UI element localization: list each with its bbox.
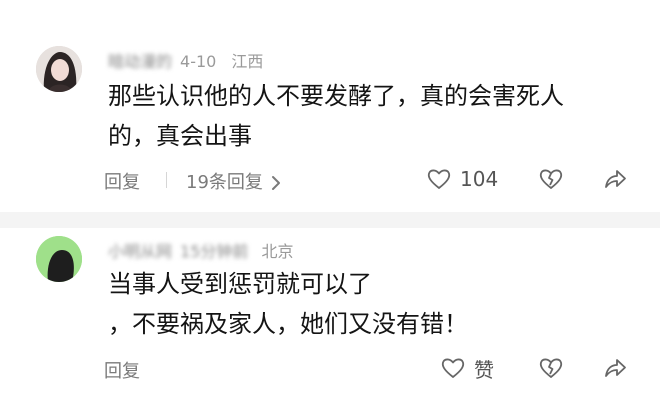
- dislike-button[interactable]: [538, 166, 564, 192]
- like-button[interactable]: 赞: [440, 353, 494, 383]
- broken-heart-icon: [538, 166, 564, 192]
- comment-text: 那些认识他的人不要发酵了，真的会害死人 的，真会出事: [108, 76, 648, 156]
- comment-meta: 小明从网 15分钟前 北京: [108, 238, 294, 262]
- comment-line: 当事人受到惩罚就可以了: [108, 270, 372, 298]
- chevron-right-icon: [271, 175, 281, 191]
- heart-outline-icon: [426, 166, 452, 192]
- like-count: 104: [460, 167, 499, 191]
- separator: [166, 172, 167, 188]
- comment-actions: 回复 19条回复 104: [0, 164, 660, 194]
- share-button[interactable]: [602, 355, 628, 381]
- location: 北京: [261, 242, 294, 261]
- username[interactable]: 小明从网: [108, 238, 172, 262]
- share-arrow-icon: [602, 166, 628, 192]
- avatar[interactable]: [36, 236, 82, 282]
- reply-button[interactable]: 回复: [104, 168, 140, 194]
- timestamp: 4-10: [180, 52, 217, 71]
- comment-line: ，不要祸及家人，她们又没有错！: [108, 310, 468, 338]
- comment-text: 当事人受到惩罚就可以了 ，不要祸及家人，她们又没有错！: [108, 264, 648, 344]
- like-button[interactable]: 104: [426, 164, 498, 194]
- broken-heart-icon: [538, 355, 564, 381]
- like-label: 赞: [474, 357, 494, 382]
- dislike-button[interactable]: [538, 355, 564, 381]
- location: 江西: [231, 52, 264, 71]
- comment-line: 那些认识他的人不要发酵了，真的会害死人: [108, 82, 564, 110]
- comment-meta: 暗动漫的 4-10 江西: [108, 48, 263, 72]
- reply-button[interactable]: 回复: [104, 357, 140, 383]
- comment-item: 小明从网 15分钟前 北京 当事人受到惩罚就可以了 ，不要祸及家人，她们又没有错！…: [0, 212, 660, 402]
- heart-outline-icon: [440, 355, 466, 381]
- comment-line: 的，真会出事: [108, 122, 252, 150]
- share-button[interactable]: [602, 166, 628, 192]
- comment-item: 暗动漫的 4-10 江西 那些认识他的人不要发酵了，真的会害死人 的，真会出事 回…: [0, 0, 660, 212]
- replies-count: 19条回复: [186, 172, 263, 193]
- comment-actions: 回复 赞: [0, 353, 660, 383]
- username[interactable]: 暗动漫的: [108, 48, 172, 72]
- avatar[interactable]: [36, 46, 82, 92]
- share-arrow-icon: [602, 355, 628, 381]
- timestamp: 15分钟前: [180, 242, 249, 261]
- view-replies-link[interactable]: 19条回复: [186, 168, 281, 194]
